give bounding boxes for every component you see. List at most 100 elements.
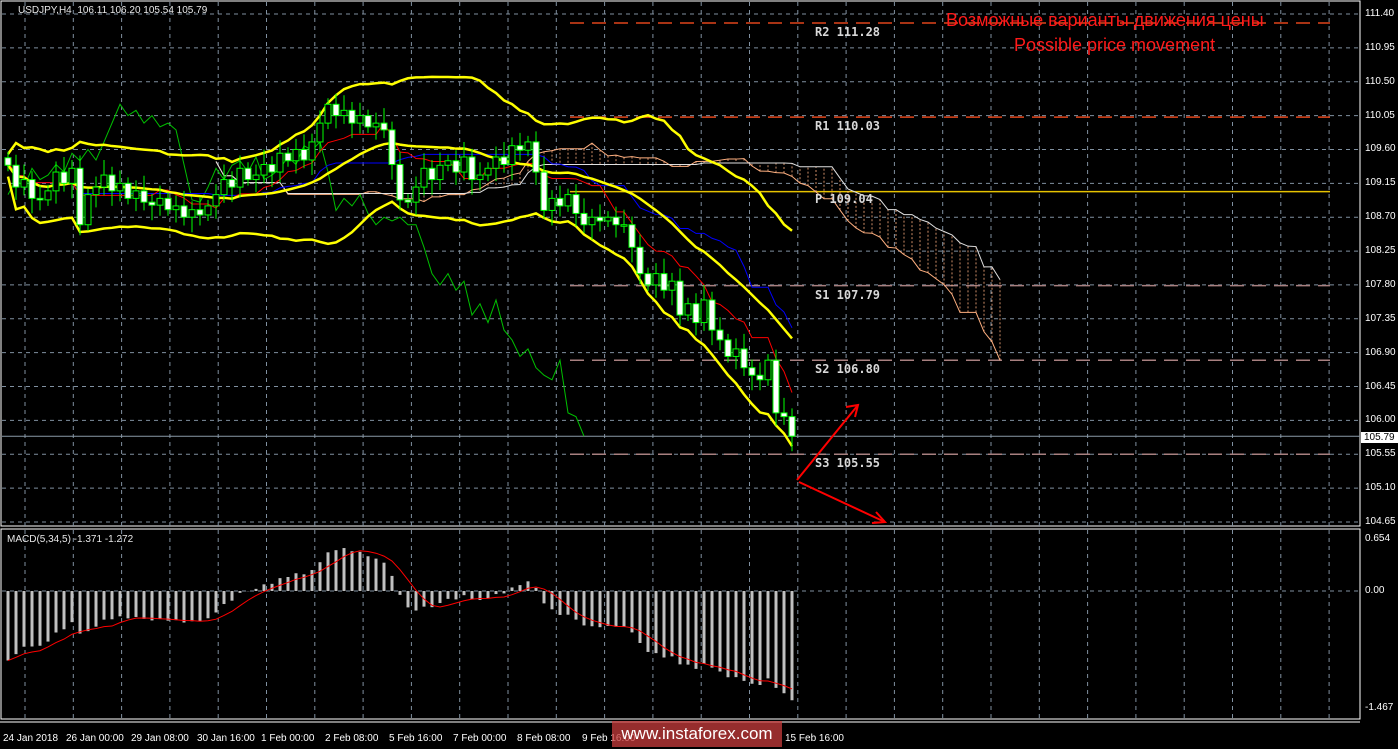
candle-body [484,167,492,176]
annotation-en: Possible price movement [1014,35,1216,55]
chart-header: USDJPY,H4 106.11 106.20 105.54 105.79 [18,5,208,16]
candle-body [620,224,628,227]
candle-body [44,190,52,201]
time-tick: 29 Jan 08:00 [131,733,189,744]
price-tick: 108.70 [1365,211,1396,223]
candle-body [108,174,116,192]
candle-body [764,359,772,381]
price-tick: 105.55 [1365,448,1396,460]
candle-body [220,179,228,196]
candle-body [260,164,268,176]
candle-body [364,115,372,128]
price-tick: 109.15 [1365,177,1396,189]
price-tick: 110.95 [1365,41,1395,53]
price-tick: 108.25 [1365,245,1396,257]
candle-body [316,122,324,143]
symbol: USDJPY [18,5,57,16]
candle-body [716,329,724,341]
time-tick: 1 Feb 00:00 [261,733,315,744]
price-tick: 106.90 [1365,346,1396,358]
candle-body [452,160,460,173]
time-tick: 15 Feb 16:00 [785,733,844,744]
level-label-s3: S3 105.55 [815,456,881,471]
candle-body [564,194,572,207]
candle-body [436,164,444,181]
candle-body [356,115,364,124]
level-label-p: P 109.04 [815,191,873,206]
candle-body [20,179,28,188]
candle-body [172,205,180,211]
candle-body [444,160,452,166]
candle-body [476,174,484,181]
candle-body [236,167,244,188]
candle-body [468,156,476,181]
candle-body [284,152,292,162]
watermark: www.instaforex.com [612,721,782,747]
current-price-tag: 105.79 [1361,432,1398,443]
candle-body [460,156,468,173]
candle-body [404,199,412,203]
candle-body [12,164,20,188]
macd-tick: 0.654 [1365,532,1391,544]
price-tick: 107.80 [1365,278,1396,290]
candle-body [668,280,676,291]
candle-body [212,194,220,207]
candle-body [276,152,284,173]
candle-body [724,339,732,357]
candle-body [756,374,764,381]
senkou-span-a [215,142,1001,361]
candle-body [548,197,556,211]
candle-body [292,148,300,162]
candle-body [196,209,204,216]
candle-body [332,103,340,117]
candle-body [268,164,276,173]
time-tick: 26 Jan 00:00 [66,733,124,744]
candle-body [116,182,124,192]
ohlc: 106.11 106.20 105.54 105.79 [77,5,208,16]
time-tick: 8 Feb 08:00 [517,733,571,744]
candle-body [596,216,604,222]
candle-body [244,167,252,181]
candle-body [540,171,548,211]
candle-body [52,171,60,192]
candle-body [36,197,44,201]
candle-body [524,141,532,151]
candle-body [180,205,188,218]
candle-body [700,299,708,324]
macd-signal-line [7,550,793,690]
candle-body [508,145,516,166]
candle-body [732,348,740,357]
candle-body [780,412,788,418]
candle-body [68,167,76,184]
price-tick: 105.10 [1365,482,1396,494]
candle-body [308,141,316,161]
price-tick: 110.05 [1365,109,1395,121]
candle-body [188,209,196,218]
candle-body [428,167,436,181]
candle-body [60,171,68,184]
candle-body [132,190,140,199]
candle-body [588,216,596,226]
candle-body [420,167,428,188]
candle-body [372,122,380,128]
candle-body [748,367,756,376]
candle-body [228,179,236,188]
candle-body [140,190,148,203]
candle-body [396,164,404,201]
candle-body [628,224,636,248]
candle-body [676,280,684,316]
candle-body [388,129,396,166]
price-tick: 109.60 [1365,143,1396,155]
price-tick: 107.35 [1365,312,1396,324]
candle-body [708,299,716,331]
candle-body [148,201,156,206]
macd-histogram [6,548,794,701]
time-tick: 5 Feb 16:00 [389,733,443,744]
candle-body [612,216,620,226]
candle-body [4,157,12,166]
level-label-s1: S1 107.79 [815,287,881,302]
candle-body [692,303,700,324]
time-tick: 2 Feb 08:00 [325,733,379,744]
price-chart[interactable] [0,0,1398,749]
candle-body [500,156,508,166]
